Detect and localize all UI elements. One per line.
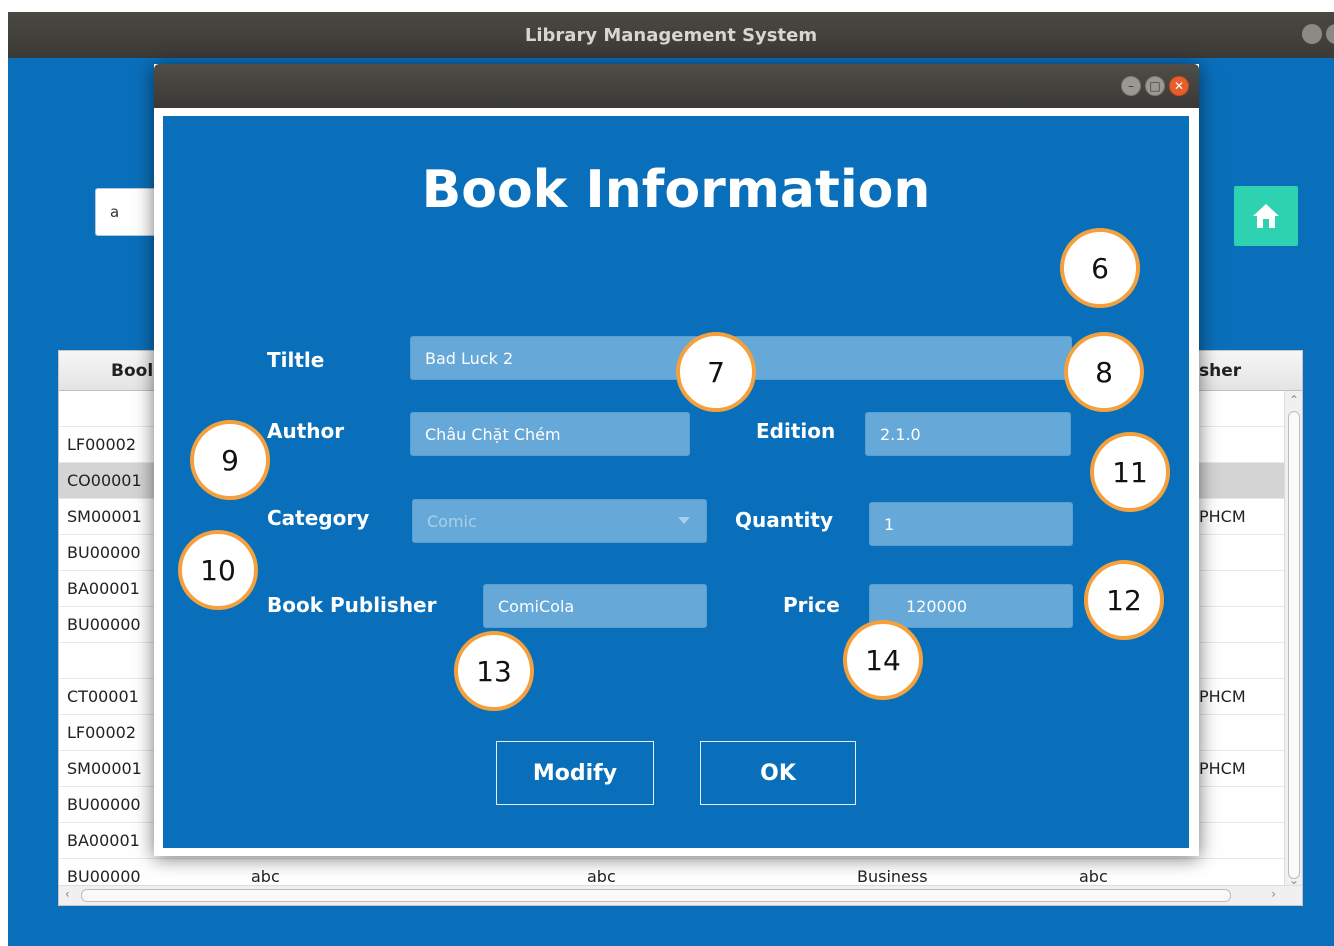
table-cell: PHCM bbox=[1199, 759, 1246, 778]
book-information-dialog: – □ ✕ Book Information Tiltle Bad Luck 2… bbox=[154, 64, 1199, 856]
table-cell: LF00002 bbox=[67, 435, 137, 454]
home-button[interactable] bbox=[1234, 186, 1298, 246]
edition-field[interactable]: 2.1.0 bbox=[865, 412, 1071, 456]
table-cell: BA00001 bbox=[67, 579, 140, 598]
dialog-title: Book Information bbox=[421, 160, 931, 220]
annotation-marker-7: 7 bbox=[676, 332, 756, 412]
table-cell: Business bbox=[857, 867, 928, 886]
category-dropdown[interactable]: Comic bbox=[412, 499, 707, 543]
annotation-marker-9: 9 bbox=[190, 420, 270, 500]
minimize-icon[interactable] bbox=[1302, 24, 1322, 44]
annotation-marker-11: 11 bbox=[1090, 432, 1170, 512]
annotation-marker-6: 6 bbox=[1060, 228, 1140, 308]
modify-button[interactable]: Modify bbox=[496, 741, 654, 805]
scroll-left-icon[interactable]: ‹ bbox=[65, 887, 70, 901]
table-cell: BA00001 bbox=[67, 831, 140, 850]
table-cell: PHCM bbox=[1199, 507, 1246, 526]
table-cell: BU00000 bbox=[67, 867, 141, 886]
ok-button[interactable]: OK bbox=[700, 741, 856, 805]
vertical-scrollbar[interactable]: ⌃ ⌄ bbox=[1284, 391, 1302, 887]
table-cell: SM00001 bbox=[67, 507, 142, 526]
chevron-down-icon bbox=[678, 517, 690, 524]
dialog-window-controls: – □ ✕ bbox=[1121, 76, 1189, 96]
table-cell: BU00000 bbox=[67, 615, 141, 634]
table-cell: PHCM bbox=[1199, 687, 1246, 706]
annotation-marker-8: 8 bbox=[1064, 332, 1144, 412]
vertical-scroll-thumb[interactable] bbox=[1288, 411, 1300, 879]
table-cell: BU00000 bbox=[67, 795, 141, 814]
main-window-title: Library Management System bbox=[524, 24, 818, 46]
main-window-controls bbox=[1302, 24, 1334, 44]
table-cell: BU00000 bbox=[67, 543, 141, 562]
annotation-marker-10: 10 bbox=[178, 530, 258, 610]
dialog-body: Book Information Tiltle Bad Luck 2 Autho… bbox=[163, 116, 1189, 848]
dialog-titlebar: – □ ✕ bbox=[154, 64, 1199, 108]
price-label: Price bbox=[783, 593, 840, 617]
publisher-label: Book Publisher bbox=[267, 593, 437, 617]
minimize-icon[interactable]: – bbox=[1121, 76, 1141, 96]
quantity-label: Quantity bbox=[735, 508, 833, 532]
column-header-book[interactable]: Bool bbox=[111, 361, 153, 381]
category-label: Category bbox=[267, 506, 370, 530]
quantity-field[interactable]: 1 bbox=[869, 502, 1073, 546]
scroll-up-icon[interactable]: ⌃ bbox=[1289, 393, 1299, 407]
column-header-publisher[interactable]: sher bbox=[1199, 361, 1241, 381]
scroll-right-icon[interactable]: › bbox=[1271, 887, 1276, 901]
price-field[interactable]: 120000 bbox=[869, 584, 1073, 628]
table-cell: LF00002 bbox=[67, 723, 137, 742]
edition-label: Edition bbox=[756, 419, 836, 443]
table-cell: abc bbox=[1079, 867, 1108, 886]
horizontal-scroll-thumb[interactable] bbox=[81, 889, 1231, 902]
house-icon bbox=[1253, 204, 1279, 228]
close-icon[interactable] bbox=[1326, 24, 1334, 44]
main-titlebar: Library Management System bbox=[8, 12, 1334, 58]
category-value: Comic bbox=[427, 511, 477, 531]
annotation-marker-13: 13 bbox=[454, 631, 534, 711]
maximize-icon[interactable]: □ bbox=[1145, 76, 1165, 96]
annotation-marker-14: 14 bbox=[843, 620, 923, 700]
close-icon[interactable]: ✕ bbox=[1169, 76, 1189, 96]
table-cell: CT00001 bbox=[67, 687, 139, 706]
table-cell: SM00001 bbox=[67, 759, 142, 778]
author-label: Author bbox=[267, 419, 345, 443]
annotation-marker-12: 12 bbox=[1084, 560, 1164, 640]
table-cell: abc bbox=[251, 867, 280, 886]
title-label: Tiltle bbox=[267, 348, 325, 372]
horizontal-scrollbar[interactable]: ‹ › bbox=[59, 885, 1302, 905]
author-field[interactable]: Châu Chặt Chém bbox=[410, 412, 690, 456]
table-cell: abc bbox=[587, 867, 616, 886]
publisher-field[interactable]: ComiCola bbox=[483, 584, 707, 628]
table-cell: CO00001 bbox=[67, 471, 142, 490]
